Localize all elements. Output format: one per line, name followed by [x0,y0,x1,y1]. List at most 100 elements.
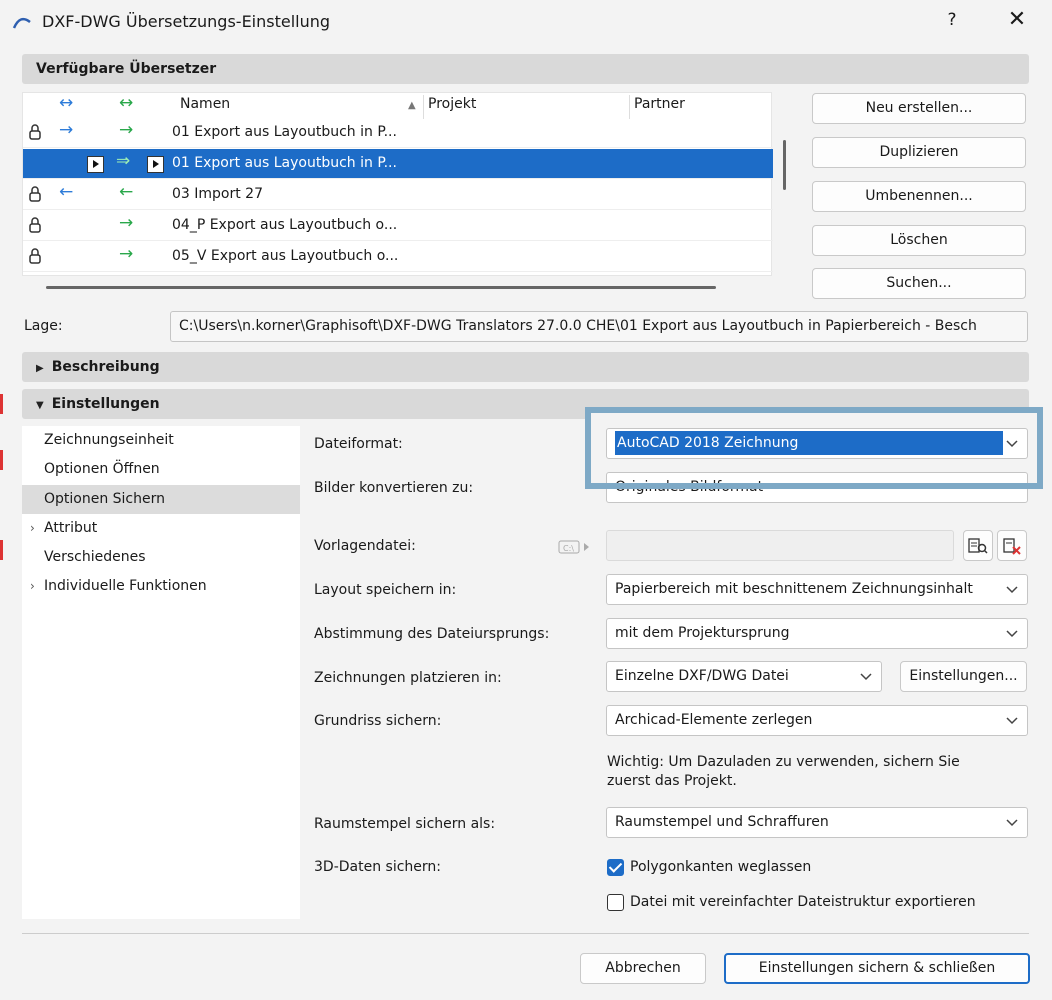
search-button[interactable]: Suchen... [812,268,1026,299]
translator-name: 04_P Export aus Layoutbuch o... [172,217,398,233]
chevron-down-icon [1005,706,1019,735]
place-drawings-label: Zeichnungen platzieren in: [314,670,502,686]
edge-marker [0,394,3,414]
translator-name: 01 Export aus Layoutbuch in P... [172,124,397,140]
convert-images-label: Bilder konvertieren zu: [314,480,474,496]
nav-item-open-options[interactable]: Optionen Öffnen [22,455,300,484]
edge-marker [0,450,3,470]
description-header[interactable]: ▶ Beschreibung [22,352,1029,382]
file-format-label: Dateiformat: [314,436,403,452]
app-icon [12,17,31,29]
lock-icon [28,124,42,144]
svg-text:C:\: C:\ [563,544,574,553]
origin-label: Abstimmung des Dateiursprungs: [314,626,550,642]
place-drawings-select[interactable]: Einzelne DXF/DWG Datei [606,661,882,692]
simplified-structure-checkbox[interactable] [607,894,624,911]
omit-polygon-edges-checkbox[interactable] [607,859,624,876]
chevron-right-icon: › [30,579,35,593]
arrow-left-icon: ← [119,182,134,202]
delete-file-icon [1003,538,1021,555]
title-bar: DXF-DWG Übersetzungs-Einstellung ? ✕ [0,0,1052,46]
arrow-right-icon: → [119,213,134,233]
zone-stamp-select[interactable]: Raumstempel und Schraffuren [606,807,1028,838]
translators-header: Verfügbare Übersetzer [22,54,1029,84]
list-item-selected[interactable]: ⇒ 01 Export aus Layoutbuch in P... [23,149,773,179]
cancel-button[interactable]: Abbrechen [580,953,706,984]
help-button[interactable]: ? [938,10,966,30]
list-item[interactable]: → → 01 Export aus Layoutbuch in P... [23,118,773,148]
close-button[interactable]: ✕ [1002,7,1032,32]
description-label: Beschreibung [51,359,160,375]
arrow-left-icon: ← [59,182,74,202]
chevron-down-icon [1005,575,1019,604]
floorplan-label: Grundriss sichern: [314,713,442,729]
expand-icon: ▶ [36,363,44,374]
list-item[interactable]: → 04_P Export aus Layoutbuch o... [23,211,773,241]
translator-list[interactable]: ↔ ↔ Namen ▲ Projekt Partner → → 01 Expor… [22,92,773,276]
translator-name: 03 Import 27 [172,186,263,202]
save-close-button[interactable]: Einstellungen sichern & schließen [724,953,1030,984]
arrow-right-icon: → [119,120,134,140]
location-label: Lage: [24,318,63,334]
save-note: Wichtig: Um Dazuladen zu verwenden, sich… [607,754,960,789]
export-import-icon: ↔ [59,93,74,113]
nav-item-label: Individuelle Funktionen [44,578,207,594]
browse-template-button[interactable] [963,530,993,561]
column-header-partner[interactable]: Partner [634,96,685,112]
column-header-name[interactable]: Namen [180,96,230,112]
nav-item-misc[interactable]: Verschiedenes [22,543,300,572]
origin-value: mit dem Projektursprung [615,625,790,641]
floorplan-select[interactable]: Archicad-Elemente zerlegen [606,705,1028,736]
template-field [606,530,954,561]
omit-polygon-edges-label[interactable]: Polygonkanten weglassen [630,859,811,875]
export-import-icon: ↔ [119,93,134,113]
template-label: Vorlagendatei: [314,538,416,554]
chevron-down-icon [1005,808,1019,837]
nav-item-save-options[interactable]: Optionen Sichern [22,485,300,514]
column-header-project[interactable]: Projekt [428,96,476,112]
place-settings-button[interactable]: Einstellungen... [900,661,1027,692]
chevron-down-icon [1005,619,1019,648]
column-divider [423,95,424,119]
origin-select[interactable]: mit dem Projektursprung [606,618,1028,649]
collapse-icon: ▼ [36,400,44,411]
zone-stamp-label: Raumstempel sichern als: [314,816,496,832]
chevron-down-icon [859,662,873,691]
zone-stamp-value: Raumstempel und Schraffuren [615,814,829,830]
window-title: DXF-DWG Übersetzungs-Einstellung [42,12,331,31]
footer-divider [22,933,1029,934]
layout-save-select[interactable]: Papierbereich mit beschnittenem Zeichnun… [606,574,1028,605]
nav-item-attribute[interactable]: › Attribut [22,514,300,543]
folder-path-icon[interactable]: C:\ [558,538,594,558]
browse-icon [968,538,988,554]
floorplan-value: Archicad-Elemente zerlegen [615,712,813,728]
list-item[interactable]: → 05_V Export aus Layoutbuch o... [23,242,773,272]
edge-marker [0,540,3,560]
simplified-structure-label[interactable]: Datei mit vereinfachter Dateistruktur ex… [630,894,976,910]
lock-icon [28,217,42,237]
nav-item-custom-functions[interactable]: › Individuelle Funktionen [22,572,300,601]
clear-template-button[interactable] [997,530,1027,561]
rename-button[interactable]: Umbenennen... [812,181,1026,212]
vertical-scrollbar[interactable] [783,140,786,190]
lock-icon [28,248,42,268]
sort-ascending-icon: ▲ [408,100,416,111]
layout-save-label: Layout speichern in: [314,582,457,598]
delete-button[interactable]: Löschen [812,225,1026,256]
settings-nav: Zeichnungseinheit Optionen Öffnen Option… [22,426,300,919]
column-divider [629,95,630,119]
settings-label: Einstellungen [51,396,160,412]
layout-save-value: Papierbereich mit beschnittenem Zeichnun… [615,581,973,597]
new-button[interactable]: Neu erstellen... [812,93,1026,124]
translator-name: 05_V Export aus Layoutbuch o... [172,248,399,264]
duplicate-button[interactable]: Duplizieren [812,137,1026,168]
horizontal-scrollbar[interactable] [46,286,716,289]
arrow-right-icon: → [119,244,134,264]
play-icon[interactable] [147,156,164,173]
play-icon[interactable] [87,156,104,173]
translator-name: 01 Export aus Layoutbuch in P... [172,155,397,171]
list-item[interactable]: ← ← 03 Import 27 [23,180,773,210]
3d-data-label: 3D-Daten sichern: [314,859,441,875]
nav-item-drawing-unit[interactable]: Zeichnungseinheit [22,426,300,455]
place-drawings-value: Einzelne DXF/DWG Datei [615,668,789,684]
